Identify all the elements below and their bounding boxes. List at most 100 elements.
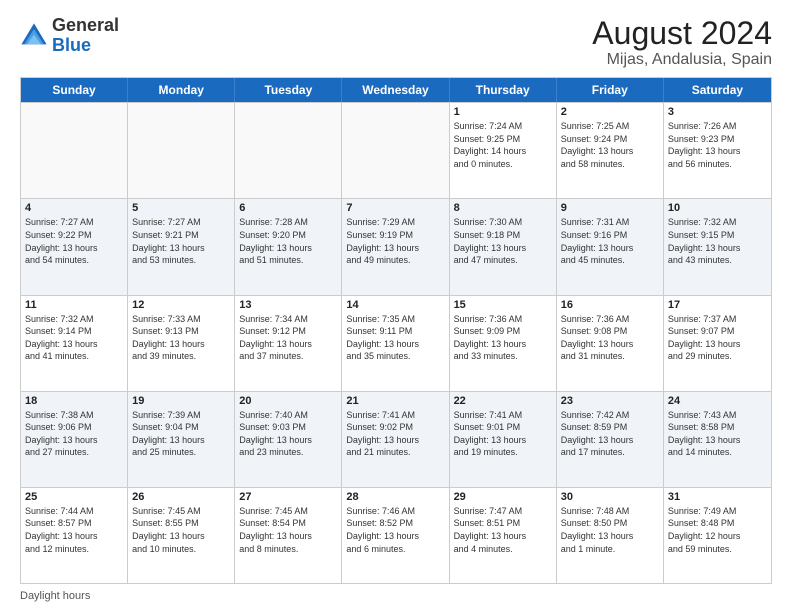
day-cell-16: 16 Sunrise: 7:36 AM Sunset: 9:08 PM Dayli… — [557, 296, 664, 391]
calendar-body: 1 Sunrise: 7:24 AM Sunset: 9:25 PM Daylig… — [21, 102, 771, 583]
day-number: 24 — [668, 395, 767, 407]
day-info: Sunrise: 7:36 AM Sunset: 9:09 PM Dayligh… — [454, 313, 552, 363]
day-info: Sunrise: 7:47 AM Sunset: 8:51 PM Dayligh… — [454, 505, 552, 555]
day-info: Sunrise: 7:35 AM Sunset: 9:11 PM Dayligh… — [346, 313, 444, 363]
day-cell-24: 24Sunrise: 7:43 AM Sunset: 8:58 PM Dayli… — [664, 392, 771, 487]
day-number: 4 — [25, 202, 123, 214]
day-number: 9 — [561, 202, 659, 214]
calendar-row-1: 1 Sunrise: 7:24 AM Sunset: 9:25 PM Daylig… — [21, 102, 771, 198]
day-info: Sunrise: 7:37 AM Sunset: 9:07 PM Dayligh… — [668, 313, 767, 363]
day-number: 17 — [668, 299, 767, 311]
day-cell-19: 19 Sunrise: 7:39 AM Sunset: 9:04 PM Dayli… — [128, 392, 235, 487]
day-info: Sunrise: 7:48 AM Sunset: 8:50 PM Dayligh… — [561, 505, 659, 555]
empty-cell — [342, 103, 449, 198]
day-number: 22 — [454, 395, 552, 407]
day-cell-21: 21Sunrise: 7:41 AM Sunset: 9:02 PM Dayli… — [342, 392, 449, 487]
day-cell-26: 26 Sunrise: 7:45 AM Sunset: 8:55 PM Dayli… — [128, 488, 235, 583]
day-cell-15: 15 Sunrise: 7:36 AM Sunset: 9:09 PM Dayli… — [450, 296, 557, 391]
day-number: 7 — [346, 202, 444, 214]
day-info: Sunrise: 7:44 AM Sunset: 8:57 PM Dayligh… — [25, 505, 123, 555]
title-block: August 2024 Mijas, Andalusia, Spain — [592, 16, 772, 69]
day-number: 5 — [132, 202, 230, 214]
header-saturday: Saturday — [664, 78, 771, 102]
day-number: 25 — [25, 491, 123, 503]
day-number: 10 — [668, 202, 767, 214]
day-cell-3: 3 Sunrise: 7:26 AM Sunset: 9:23 PM Daylig… — [664, 103, 771, 198]
day-cell-13: 13 Sunrise: 7:34 AM Sunset: 9:12 PM Dayli… — [235, 296, 342, 391]
day-info: Sunrise: 7:30 AM Sunset: 9:18 PM Dayligh… — [454, 216, 552, 266]
footer: Daylight hours — [20, 590, 772, 602]
header-monday: Monday — [128, 78, 235, 102]
day-number: 13 — [239, 299, 337, 311]
day-cell-23: 23Sunrise: 7:42 AM Sunset: 8:59 PM Dayli… — [557, 392, 664, 487]
day-cell-4: 4 Sunrise: 7:27 AM Sunset: 9:22 PM Daylig… — [21, 199, 128, 294]
day-info: Sunrise: 7:25 AM Sunset: 9:24 PM Dayligh… — [561, 120, 659, 170]
day-cell-31: 31Sunrise: 7:49 AM Sunset: 8:48 PM Dayli… — [664, 488, 771, 583]
day-info: Sunrise: 7:46 AM Sunset: 8:52 PM Dayligh… — [346, 505, 444, 555]
day-number: 3 — [668, 106, 767, 118]
logo-text: General Blue — [52, 16, 119, 56]
day-number: 23 — [561, 395, 659, 407]
day-cell-17: 17 Sunrise: 7:37 AM Sunset: 9:07 PM Dayli… — [664, 296, 771, 391]
day-info: Sunrise: 7:26 AM Sunset: 9:23 PM Dayligh… — [668, 120, 767, 170]
day-cell-1: 1 Sunrise: 7:24 AM Sunset: 9:25 PM Daylig… — [450, 103, 557, 198]
day-number: 16 — [561, 299, 659, 311]
day-number: 8 — [454, 202, 552, 214]
day-cell-30: 30 Sunrise: 7:48 AM Sunset: 8:50 PM Dayli… — [557, 488, 664, 583]
day-cell-25: 25 Sunrise: 7:44 AM Sunset: 8:57 PM Dayli… — [21, 488, 128, 583]
day-number: 15 — [454, 299, 552, 311]
day-info: Sunrise: 7:34 AM Sunset: 9:12 PM Dayligh… — [239, 313, 337, 363]
day-info: Sunrise: 7:32 AM Sunset: 9:14 PM Dayligh… — [25, 313, 123, 363]
day-info: Sunrise: 7:29 AM Sunset: 9:19 PM Dayligh… — [346, 216, 444, 266]
day-cell-28: 28 Sunrise: 7:46 AM Sunset: 8:52 PM Dayli… — [342, 488, 449, 583]
day-cell-8: 8 Sunrise: 7:30 AM Sunset: 9:18 PM Daylig… — [450, 199, 557, 294]
day-cell-6: 6 Sunrise: 7:28 AM Sunset: 9:20 PM Daylig… — [235, 199, 342, 294]
empty-cell — [235, 103, 342, 198]
header-thursday: Thursday — [450, 78, 557, 102]
day-info: Sunrise: 7:33 AM Sunset: 9:13 PM Dayligh… — [132, 313, 230, 363]
day-number: 30 — [561, 491, 659, 503]
logo-icon — [20, 22, 48, 50]
logo: General Blue — [20, 16, 119, 56]
day-info: Sunrise: 7:32 AM Sunset: 9:15 PM Dayligh… — [668, 216, 767, 266]
day-cell-5: 5Sunrise: 7:27 AM Sunset: 9:21 PM Daylig… — [128, 199, 235, 294]
day-number: 20 — [239, 395, 337, 407]
day-number: 6 — [239, 202, 337, 214]
day-info: Sunrise: 7:45 AM Sunset: 8:55 PM Dayligh… — [132, 505, 230, 555]
day-number: 29 — [454, 491, 552, 503]
day-number: 14 — [346, 299, 444, 311]
calendar-row-2: 4 Sunrise: 7:27 AM Sunset: 9:22 PM Daylig… — [21, 198, 771, 294]
header-tuesday: Tuesday — [235, 78, 342, 102]
header: General Blue August 2024 Mijas, Andalusi… — [20, 16, 772, 69]
day-info: Sunrise: 7:39 AM Sunset: 9:04 PM Dayligh… — [132, 409, 230, 459]
day-number: 28 — [346, 491, 444, 503]
header-friday: Friday — [557, 78, 664, 102]
page-title: August 2024 — [592, 16, 772, 51]
day-number: 12 — [132, 299, 230, 311]
page-subtitle: Mijas, Andalusia, Spain — [592, 51, 772, 69]
day-info: Sunrise: 7:41 AM Sunset: 9:01 PM Dayligh… — [454, 409, 552, 459]
day-number: 21 — [346, 395, 444, 407]
empty-cell — [21, 103, 128, 198]
day-info: Sunrise: 7:27 AM Sunset: 9:22 PM Dayligh… — [25, 216, 123, 266]
day-number: 18 — [25, 395, 123, 407]
day-number: 19 — [132, 395, 230, 407]
day-info: Sunrise: 7:31 AM Sunset: 9:16 PM Dayligh… — [561, 216, 659, 266]
day-info: Sunrise: 7:36 AM Sunset: 9:08 PM Dayligh… — [561, 313, 659, 363]
calendar: Sunday Monday Tuesday Wednesday Thursday… — [20, 77, 772, 584]
day-info: Sunrise: 7:28 AM Sunset: 9:20 PM Dayligh… — [239, 216, 337, 266]
day-cell-18: 18Sunrise: 7:38 AM Sunset: 9:06 PM Dayli… — [21, 392, 128, 487]
empty-cell — [128, 103, 235, 198]
calendar-row-5: 25 Sunrise: 7:44 AM Sunset: 8:57 PM Dayli… — [21, 487, 771, 583]
day-number: 1 — [454, 106, 552, 118]
day-info: Sunrise: 7:24 AM Sunset: 9:25 PM Dayligh… — [454, 120, 552, 170]
day-cell-10: 10 Sunrise: 7:32 AM Sunset: 9:15 PM Dayli… — [664, 199, 771, 294]
day-info: Sunrise: 7:45 AM Sunset: 8:54 PM Dayligh… — [239, 505, 337, 555]
footer-text: Daylight hours — [20, 590, 90, 602]
day-number: 2 — [561, 106, 659, 118]
header-sunday: Sunday — [21, 78, 128, 102]
day-number: 26 — [132, 491, 230, 503]
day-cell-12: 12 Sunrise: 7:33 AM Sunset: 9:13 PM Dayli… — [128, 296, 235, 391]
day-cell-27: 27Sunrise: 7:45 AM Sunset: 8:54 PM Dayli… — [235, 488, 342, 583]
calendar-row-3: 11Sunrise: 7:32 AM Sunset: 9:14 PM Dayli… — [21, 295, 771, 391]
